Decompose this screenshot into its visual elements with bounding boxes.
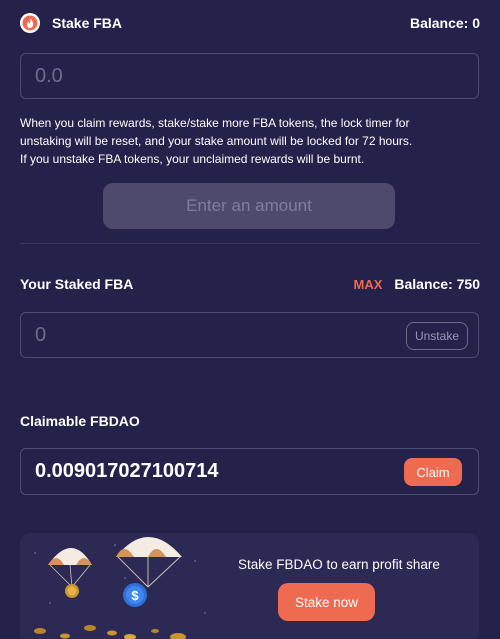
stake-balance: Balance: 0 bbox=[409, 15, 480, 31]
claimable-header: Claimable FBDAO bbox=[20, 411, 480, 431]
description-line: If you unstake FBA tokens, your unclaime… bbox=[20, 152, 365, 166]
staked-balance: Balance: 750 bbox=[394, 276, 480, 292]
section-divider bbox=[20, 243, 480, 244]
enter-amount-button[interactable]: Enter an amount bbox=[103, 183, 395, 229]
stake-title: Stake FBA bbox=[52, 15, 123, 31]
stake-header: Stake FBA Balance: 0 bbox=[20, 12, 480, 34]
parachute-illustration: $ bbox=[34, 537, 206, 639]
claim-button[interactable]: Claim bbox=[404, 458, 462, 486]
unstake-amount-field[interactable]: Unstake bbox=[20, 312, 479, 358]
claimable-label: Claimable FBDAO bbox=[20, 413, 140, 429]
description-line: unstaking will be reset, and your stake … bbox=[20, 134, 413, 148]
claimable-field: 0.009017027100714 Claim bbox=[20, 448, 479, 495]
max-button[interactable]: MAX bbox=[354, 277, 383, 292]
staked-label: Your Staked FBA bbox=[20, 276, 134, 292]
stake-title-group: Stake FBA bbox=[20, 13, 122, 33]
stake-amount-field[interactable] bbox=[20, 53, 479, 99]
staked-header: Your Staked FBA MAX Balance: 750 bbox=[20, 274, 480, 294]
parachute-icon bbox=[48, 548, 92, 598]
stake-promo-card: $ Stake FBDAO to earn profit share Stake… bbox=[20, 533, 479, 639]
promo-text: Stake FBDAO to earn profit share bbox=[238, 557, 440, 572]
staked-balance-group: MAX Balance: 750 bbox=[354, 276, 481, 292]
stake-amount-input[interactable] bbox=[35, 64, 478, 88]
flame-logo-icon bbox=[20, 13, 40, 33]
claimable-value: 0.009017027100714 bbox=[35, 460, 219, 482]
unstake-button[interactable]: Unstake bbox=[405, 322, 468, 350]
svg-text:$: $ bbox=[131, 588, 139, 603]
stake-description: When you claim rewards, stake/stake more… bbox=[20, 114, 480, 168]
description-line: When you claim rewards, stake/stake more… bbox=[20, 116, 410, 130]
parachute-icon: $ bbox=[116, 537, 182, 607]
stake-now-button[interactable]: Stake now bbox=[278, 583, 375, 621]
